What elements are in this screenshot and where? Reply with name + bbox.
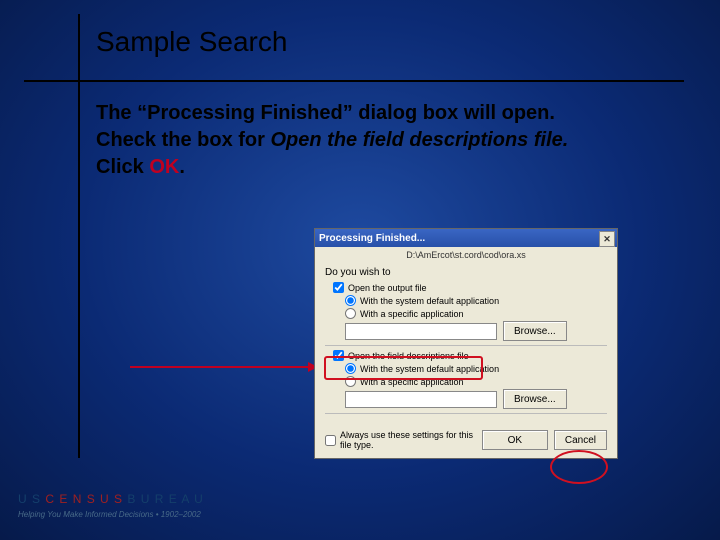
specific-app-field-2[interactable] bbox=[345, 391, 497, 408]
label-specific-1: With a specific application bbox=[360, 309, 464, 319]
body-line3c: . bbox=[179, 156, 185, 178]
label-sysdefault-1: With the system default application bbox=[360, 296, 499, 306]
slide-body: The “Processing Finished” dialog box wil… bbox=[96, 100, 656, 181]
brand-tagline: Helping You Make Informed Decisions • 19… bbox=[18, 510, 201, 519]
separator-1 bbox=[325, 345, 607, 346]
footer-brand: U S C E N S U S B U R E A U Helping You … bbox=[18, 492, 204, 520]
body-line3a: Click bbox=[96, 156, 149, 178]
label-always: Always use these settings for this file … bbox=[340, 430, 482, 450]
processing-finished-dialog: Processing Finished... ✕ D:\AmErcot\st.c… bbox=[314, 228, 618, 459]
body-line2a: Check the box for bbox=[96, 129, 270, 151]
specific-app-field-1[interactable] bbox=[345, 323, 497, 340]
brand-us: U S bbox=[18, 492, 41, 506]
radio-sysdefault-1[interactable] bbox=[345, 295, 356, 306]
browse-button-1[interactable]: Browse... bbox=[503, 321, 567, 341]
checkbox-open-output[interactable] bbox=[333, 282, 344, 293]
cancel-button[interactable]: Cancel bbox=[554, 430, 607, 450]
body-line2-ital: Open the field descriptions file. bbox=[270, 129, 568, 151]
separator-2 bbox=[325, 413, 607, 414]
radio-specific-1[interactable] bbox=[345, 308, 356, 319]
body-line1: The “Processing Finished” dialog box wil… bbox=[96, 102, 555, 124]
ok-button[interactable]: OK bbox=[482, 430, 548, 450]
slide-title: Sample Search bbox=[96, 26, 287, 58]
browse-button-2[interactable]: Browse... bbox=[503, 389, 567, 409]
dialog-title: Processing Finished... bbox=[319, 233, 425, 244]
checkbox-always[interactable] bbox=[325, 435, 336, 446]
label-open-output: Open the output file bbox=[348, 283, 427, 293]
highlight-oval bbox=[550, 450, 608, 484]
body-ok-word: OK bbox=[149, 156, 179, 178]
brand-census: C E N S U S bbox=[45, 492, 123, 506]
dialog-question: Do you wish to bbox=[325, 267, 607, 278]
callout-arrow bbox=[130, 366, 312, 368]
close-icon[interactable]: ✕ bbox=[599, 231, 615, 247]
horizontal-rule bbox=[24, 80, 684, 82]
brand-bureau: B U R E A U bbox=[127, 492, 203, 506]
highlight-rect bbox=[324, 356, 483, 380]
dialog-titlebar: Processing Finished... ✕ bbox=[315, 229, 617, 247]
dialog-filepath: D:\AmErcot\st.cord\cod\ora.xs bbox=[315, 247, 617, 263]
